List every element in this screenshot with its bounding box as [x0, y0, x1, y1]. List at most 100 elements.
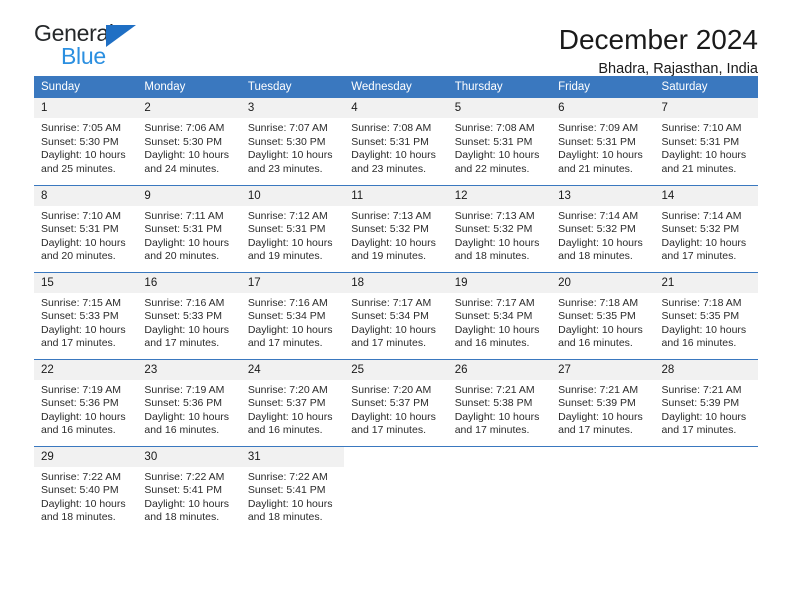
calendar-day-cell[interactable]: 26 Sunrise: 7:21 AM Sunset: 5:38 PM Dayligh… — [447, 358, 552, 446]
calendar-day-cell[interactable]: 30 Sunrise: 7:22 AM Sunset: 5:41 PM Dayligh… — [137, 445, 241, 533]
sunrise-text: Sunrise: 7:18 AM — [558, 296, 639, 309]
daylight-text-line2: and 17 minutes. — [144, 337, 220, 350]
day-number: 2 — [137, 98, 241, 119]
daylight-text-line2: and 18 minutes. — [454, 250, 530, 263]
calendar-day-cell[interactable]: 8 Sunrise: 7:10 AM Sunset: 5:31 PM Daylight… — [34, 184, 138, 272]
sunset-text: Sunset: 5:40 PM — [41, 484, 119, 497]
calendar-day-cell[interactable]: 16 Sunrise: 7:16 AM Sunset: 5:33 PM Dayligh… — [137, 271, 241, 359]
calendar-day-cell[interactable]: 22 Sunrise: 7:19 AM Sunset: 5:36 PM Dayligh… — [34, 358, 138, 446]
calendar-day-cell[interactable]: 31 Sunrise: 7:22 AM Sunset: 5:41 PM Dayligh… — [240, 445, 345, 533]
daylight-text-line1: Daylight: 10 hours — [41, 410, 126, 423]
day-number: 14 — [654, 185, 758, 206]
day-details: Sunrise: 7:13 AM Sunset: 5:32 PM Daylight:… — [344, 206, 447, 264]
calendar-day-cell[interactable]: 11 Sunrise: 7:13 AM Sunset: 5:32 PM Dayligh… — [344, 184, 448, 272]
day-cell-inner: 9 Sunrise: 7:11 AM Sunset: 5:31 PM Daylight… — [137, 185, 241, 272]
page-title: December 2024 — [558, 24, 758, 55]
sunrise-text: Sunrise: 7:07 AM — [247, 122, 328, 135]
day-details: Sunrise: 7:06 AM Sunset: 5:30 PM Daylight:… — [137, 118, 240, 176]
sunrise-text: Sunrise: 7:08 AM — [351, 122, 432, 135]
day-number: 18 — [344, 272, 448, 293]
daylight-text-line1: Daylight: 10 hours — [41, 323, 126, 336]
calendar-day-cell[interactable]: 6 Sunrise: 7:09 AM Sunset: 5:31 PM Daylight… — [551, 98, 655, 185]
sunset-text: Sunset: 5:31 PM — [661, 135, 740, 148]
day-cell-inner: 27 Sunrise: 7:21 AM Sunset: 5:39 PM Dayligh… — [551, 359, 655, 446]
sunrise-text: Sunrise: 7:17 AM — [454, 296, 535, 309]
calendar-day-cell[interactable]: 1 Sunrise: 7:05 AM Sunset: 5:30 PM Daylight… — [34, 98, 138, 185]
calendar-day-cell[interactable]: 28 Sunrise: 7:21 AM Sunset: 5:39 PM Dayligh… — [654, 358, 758, 446]
calendar-day-cell[interactable]: 24 Sunrise: 7:20 AM Sunset: 5:37 PM Dayligh… — [240, 358, 345, 446]
daylight-text-line2: and 18 minutes. — [247, 511, 323, 524]
sunrise-text: Sunrise: 7:20 AM — [351, 383, 432, 396]
day-cell-inner: 6 Sunrise: 7:09 AM Sunset: 5:31 PM Daylight… — [551, 98, 655, 185]
day-cell-inner: 2 Sunrise: 7:06 AM Sunset: 5:30 PM Daylight… — [137, 98, 241, 185]
calendar-day-cell[interactable]: 7 Sunrise: 7:10 AM Sunset: 5:31 PM Daylight… — [654, 98, 758, 185]
calendar-day-cell[interactable]: 19 Sunrise: 7:17 AM Sunset: 5:34 PM Dayligh… — [447, 271, 552, 359]
day-cell-inner — [448, 447, 551, 534]
calendar-day-cell[interactable] — [344, 445, 448, 534]
calendar-day-cell[interactable]: 21 Sunrise: 7:18 AM Sunset: 5:35 PM Dayligh… — [654, 271, 758, 359]
weekday-header-sunday: Sunday — [34, 76, 138, 98]
daylight-text-line1: Daylight: 10 hours — [247, 410, 333, 423]
sunset-text: Sunset: 5:31 PM — [144, 223, 223, 236]
calendar-day-cell[interactable]: 4 Sunrise: 7:08 AM Sunset: 5:31 PM Daylight… — [344, 98, 448, 185]
calendar-day-cell[interactable]: 14 Sunrise: 7:14 AM Sunset: 5:32 PM Dayligh… — [654, 184, 758, 272]
day-details: Sunrise: 7:11 AM Sunset: 5:31 PM Daylight:… — [137, 206, 240, 264]
day-number: 26 — [447, 359, 552, 380]
calendar-day-cell[interactable]: 10 Sunrise: 7:12 AM Sunset: 5:31 PM Dayligh… — [240, 184, 345, 272]
daylight-text-line1: Daylight: 10 hours — [558, 236, 643, 249]
day-details: Sunrise: 7:09 AM Sunset: 5:31 PM Daylight:… — [551, 118, 654, 176]
daylight-text-line2: and 25 minutes. — [41, 162, 116, 175]
calendar-day-cell[interactable]: 15 Sunrise: 7:15 AM Sunset: 5:33 PM Dayligh… — [34, 271, 138, 359]
daylight-text-line1: Daylight: 10 hours — [41, 497, 126, 510]
day-cell-inner: 1 Sunrise: 7:05 AM Sunset: 5:30 PM Daylight… — [34, 98, 138, 185]
calendar-day-cell[interactable]: 3 Sunrise: 7:07 AM Sunset: 5:30 PM Daylight… — [240, 98, 345, 185]
sunrise-text: Sunrise: 7:05 AM — [41, 122, 121, 135]
calendar-day-cell[interactable]: 25 Sunrise: 7:20 AM Sunset: 5:37 PM Dayligh… — [344, 358, 448, 446]
daylight-text-line1: Daylight: 10 hours — [351, 149, 436, 162]
sunrise-text: Sunrise: 7:21 AM — [454, 383, 535, 396]
page-header: General Blue December 2024 Bhadra, Rajas… — [34, 0, 758, 78]
sunset-text: Sunset: 5:35 PM — [558, 310, 636, 323]
day-cell-inner: 12 Sunrise: 7:13 AM Sunset: 5:32 PM Dayligh… — [447, 185, 552, 272]
day-details: Sunrise: 7:18 AM Sunset: 5:35 PM Daylight:… — [551, 293, 654, 351]
calendar-day-cell[interactable]: 29 Sunrise: 7:22 AM Sunset: 5:40 PM Dayligh… — [34, 445, 138, 533]
sunrise-text: Sunrise: 7:11 AM — [144, 209, 224, 222]
sunrise-text: Sunrise: 7:06 AM — [144, 122, 225, 135]
sunset-text: Sunset: 5:30 PM — [144, 135, 223, 148]
day-number: 10 — [240, 185, 345, 206]
calendar-day-cell[interactable]: 18 Sunrise: 7:17 AM Sunset: 5:34 PM Dayligh… — [344, 271, 448, 359]
day-details: Sunrise: 7:19 AM Sunset: 5:36 PM Daylight:… — [34, 380, 137, 438]
day-cell-inner: 24 Sunrise: 7:20 AM Sunset: 5:37 PM Dayligh… — [240, 359, 345, 446]
daylight-text-line1: Daylight: 10 hours — [144, 323, 230, 336]
sunrise-text: Sunrise: 7:13 AM — [351, 209, 432, 222]
day-cell-inner: 21 Sunrise: 7:18 AM Sunset: 5:35 PM Dayligh… — [654, 272, 758, 359]
calendar-day-cell[interactable]: 2 Sunrise: 7:06 AM Sunset: 5:30 PM Daylight… — [137, 98, 241, 185]
calendar-day-cell[interactable]: 13 Sunrise: 7:14 AM Sunset: 5:32 PM Dayligh… — [551, 184, 655, 272]
day-cell-inner: 16 Sunrise: 7:16 AM Sunset: 5:33 PM Dayligh… — [137, 272, 241, 359]
day-details — [448, 466, 551, 470]
daylight-text-line2: and 16 minutes. — [454, 337, 530, 350]
day-details — [344, 466, 447, 470]
calendar-day-cell[interactable]: 17 Sunrise: 7:16 AM Sunset: 5:34 PM Dayligh… — [240, 271, 345, 359]
calendar-day-cell[interactable] — [551, 445, 655, 533]
sunset-text: Sunset: 5:36 PM — [41, 397, 119, 410]
sunset-text: Sunset: 5:35 PM — [661, 310, 740, 323]
calendar-day-cell[interactable]: 5 Sunrise: 7:08 AM Sunset: 5:31 PM Daylight… — [447, 98, 552, 185]
calendar-day-cell[interactable]: 9 Sunrise: 7:11 AM Sunset: 5:31 PM Daylight… — [137, 184, 241, 272]
sunset-text: Sunset: 5:38 PM — [454, 397, 533, 410]
calendar-day-cell[interactable]: 12 Sunrise: 7:13 AM Sunset: 5:32 PM Dayligh… — [447, 184, 552, 272]
calendar-day-cell[interactable]: 20 Sunrise: 7:18 AM Sunset: 5:35 PM Dayligh… — [551, 271, 655, 359]
calendar-day-cell[interactable]: 27 Sunrise: 7:21 AM Sunset: 5:39 PM Dayligh… — [551, 358, 655, 446]
generalblue-logo[interactable]: General Blue — [34, 22, 154, 74]
calendar-day-cell[interactable]: 23 Sunrise: 7:19 AM Sunset: 5:36 PM Dayligh… — [137, 358, 241, 446]
sunset-text: Sunset: 5:31 PM — [41, 223, 119, 236]
day-cell-inner: 8 Sunrise: 7:10 AM Sunset: 5:31 PM Daylight… — [34, 185, 138, 272]
day-number: 25 — [344, 359, 448, 380]
day-cell-inner — [344, 447, 447, 534]
daylight-text-line1: Daylight: 10 hours — [454, 410, 540, 423]
title-block: December 2024 Bhadra, Rajasthan, India — [559, 22, 758, 77]
calendar-day-cell[interactable] — [654, 445, 758, 533]
calendar-day-cell[interactable] — [447, 445, 552, 534]
day-number: 11 — [344, 185, 448, 206]
weekday-header-row: Sunday Monday Tuesday Wednesday Thursday… — [34, 76, 758, 98]
